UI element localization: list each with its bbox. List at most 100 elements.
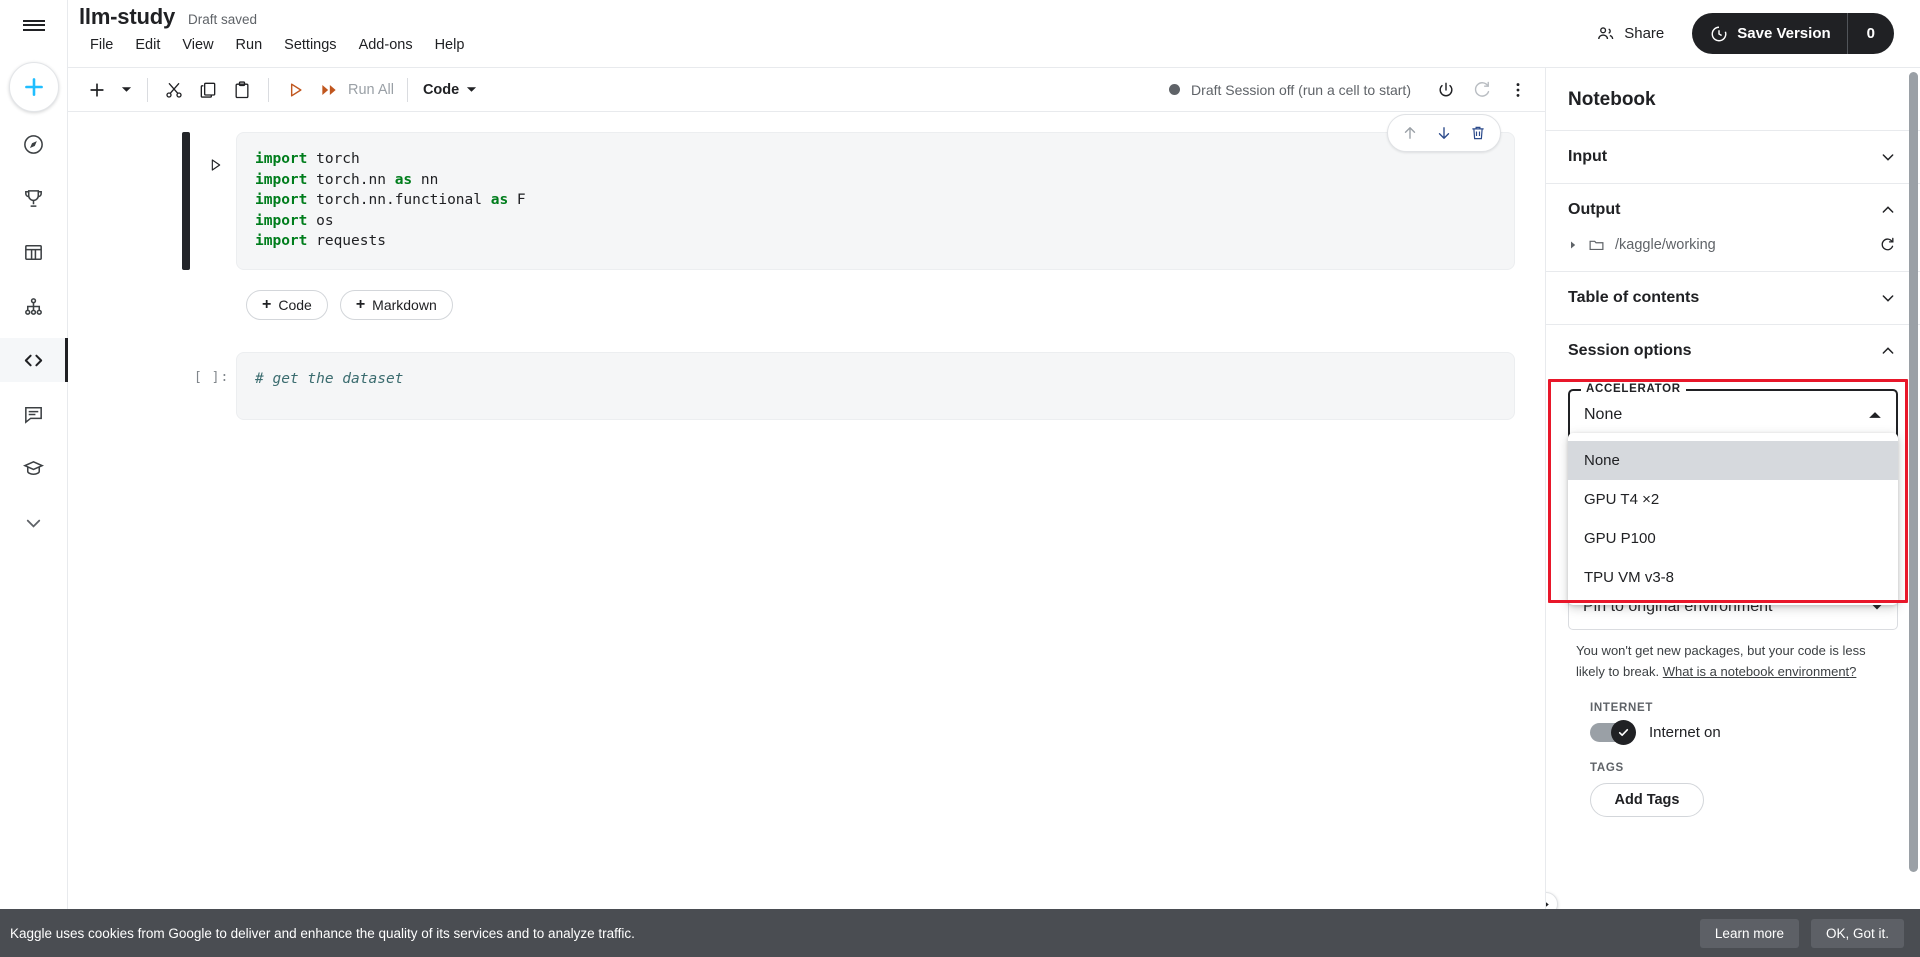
chevron-down-icon [26,519,41,528]
save-version-main[interactable]: Save Version [1692,13,1846,54]
active-cell-indicator [182,132,190,270]
add-markdown-cell-button[interactable]: + Markdown [339,290,453,320]
sidebar-item-learn[interactable] [0,446,68,490]
session-options-header[interactable]: Session options [1546,325,1920,377]
menu-addons[interactable]: Add-ons [348,33,424,57]
accelerator-option-gpu-t4[interactable]: GPU T4 ×2 [1568,480,1898,519]
check-icon [1618,728,1629,737]
add-cell-dropdown[interactable] [114,73,138,107]
copy-icon [200,82,216,98]
restart-button[interactable] [1465,73,1499,107]
cut-button[interactable] [157,73,191,107]
toolbar-divider-3 [406,77,408,102]
clipboard-icon [235,80,249,98]
scissors-icon [166,82,182,98]
sidebar-title: Notebook [1568,89,1656,110]
menu-run[interactable]: Run [225,33,274,57]
plus-glyph: + [262,296,272,313]
sidebar-item-code[interactable] [0,338,68,382]
toolbar-right-group: Draft Session off (run a cell to start) [1169,73,1545,107]
run-all-label[interactable]: Run All [346,82,398,98]
plus-icon [24,78,43,96]
move-cell-down-button[interactable] [1430,119,1458,147]
toc-section-header[interactable]: Table of contents [1546,272,1920,324]
environment-help-text: You won't get new packages, but your cod… [1568,630,1898,682]
cell-prompt-label: [ ]: [194,370,230,385]
run-all-button[interactable] [312,73,346,107]
toc-label: Table of contents [1568,289,1700,306]
code-editor[interactable]: # get the dataset [236,352,1515,420]
sidebar-item-discussions[interactable] [0,392,68,436]
plus-glyph: + [355,296,366,313]
discussions-icon [25,406,42,424]
learn-more-button[interactable]: Learn more [1699,918,1799,948]
menu-file[interactable]: File [79,33,124,57]
hamburger-menu-icon[interactable] [0,0,68,50]
output-section-header[interactable]: Output [1546,184,1920,236]
delete-cell-button[interactable] [1464,119,1492,147]
code-editor[interactable]: import torch import torch.nn as nn impor… [236,132,1515,270]
code-icon [24,354,43,366]
sidebar-item-datasets[interactable] [0,230,68,274]
arrow-up-icon [1404,127,1416,139]
cell-type-select[interactable]: Code [417,82,483,98]
share-button[interactable]: Share [1586,18,1674,49]
save-version-button[interactable]: Save Version 0 [1692,13,1894,54]
accelerator-dropdown-menu: None GPU T4 ×2 GPU P100 TPU VM v3-8 [1568,433,1898,605]
save-version-label: Save Version [1737,25,1831,42]
add-tags-button[interactable]: Add Tags [1590,783,1704,817]
code-line: import os [255,212,334,229]
notebook-environment-link[interactable]: What is a notebook environment? [1663,664,1857,679]
output-label: Output [1568,201,1621,218]
session-status: Draft Session off (run a cell to start) [1169,82,1411,98]
sidebar-item-home[interactable] [0,122,68,166]
chevron-up-icon[interactable] [1880,343,1896,359]
run-cell-button[interactable] [278,73,312,107]
cell-run-button[interactable] [202,152,228,178]
menu-view[interactable]: View [171,33,224,57]
refresh-icon [1474,81,1490,97]
copy-button[interactable] [191,73,225,107]
play-icon [290,82,302,97]
accept-cookies-button[interactable]: OK, Got it. [1810,918,1904,948]
menu-settings[interactable]: Settings [273,33,347,57]
output-path-row[interactable]: /kaggle/working [1546,236,1920,271]
add-code-cell-button[interactable]: + Code [246,290,328,320]
toggle-knob [1611,720,1636,745]
refresh-icon[interactable] [1879,236,1896,253]
create-new-button[interactable] [8,62,59,112]
caret-down-icon [467,87,477,92]
arrow-down-icon [1438,127,1450,139]
play-arrow-icon [1546,902,1549,906]
add-cell-button[interactable] [80,73,114,107]
sidebar-item-more[interactable] [0,500,68,544]
accelerator-option-none[interactable]: None [1568,441,1898,480]
code-line: # get the dataset [255,371,404,387]
chevron-up-icon[interactable] [1880,202,1896,218]
home-compass-icon [24,134,43,154]
menu-edit[interactable]: Edit [124,33,171,57]
power-button[interactable] [1429,73,1463,107]
caret-up-icon[interactable] [1868,408,1882,422]
paste-button[interactable] [225,73,259,107]
accelerator-option-tpu-vm[interactable]: TPU VM v3-8 [1568,558,1898,597]
move-cell-up-button[interactable] [1396,119,1424,147]
sidebar-scrollbar[interactable] [1909,72,1918,872]
input-section-header[interactable]: Input [1546,131,1920,183]
more-options-button[interactable] [1501,73,1535,107]
sidebar-item-competitions[interactable] [0,176,68,220]
expand-triangle-icon[interactable] [1568,240,1578,250]
internet-toggle[interactable] [1590,720,1636,745]
sidebar-section-session-options: Session options ACCELERATOR None None GP… [1546,324,1920,817]
accelerator-option-gpu-p100[interactable]: GPU P100 [1568,519,1898,558]
notebook-settings-sidebar: Notebook Input Output /kaggle/working Ta… [1545,68,1920,957]
chevron-down-icon[interactable] [1880,290,1896,306]
menu-help[interactable]: Help [424,33,476,57]
accelerator-legend: ACCELERATOR [1581,383,1686,395]
sidebar-item-models[interactable] [0,284,68,328]
cell-action-toolbar [1387,114,1501,152]
toolbar-divider-2 [268,77,269,102]
version-count-badge[interactable]: 0 [1846,13,1894,54]
more-vertical-icon [1516,82,1520,97]
chevron-down-icon[interactable] [1880,149,1896,165]
